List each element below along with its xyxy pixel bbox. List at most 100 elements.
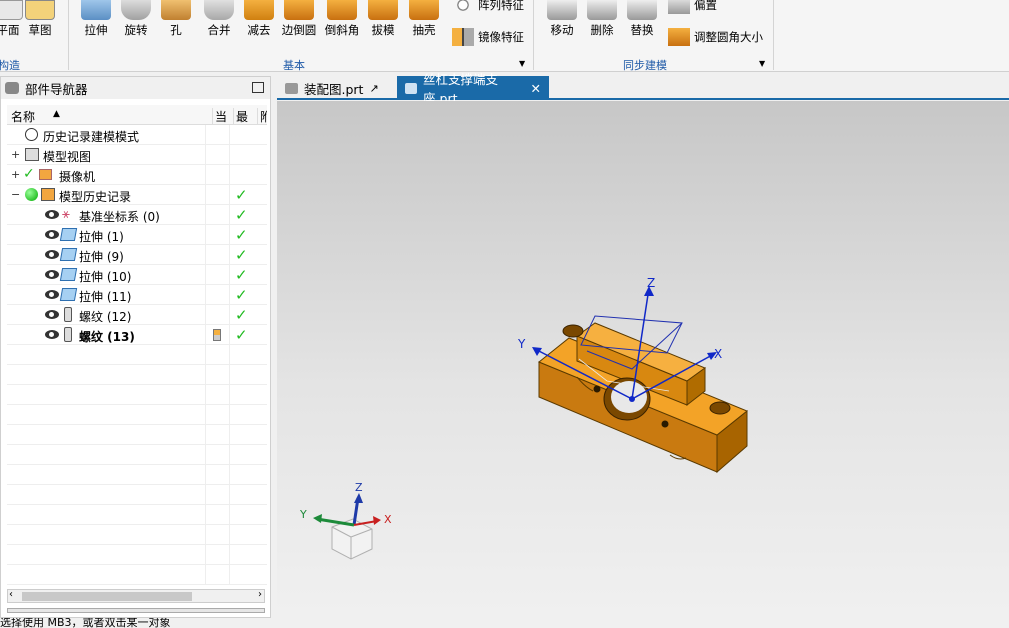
replace-icon — [627, 0, 657, 20]
cell-divider — [205, 385, 206, 405]
resize-blend-button[interactable]: 调整圆角大小 — [668, 26, 763, 48]
camera-icon — [39, 169, 52, 180]
extrude-icon — [59, 228, 78, 241]
cell-divider — [205, 425, 206, 445]
shell-label: 抽壳 — [412, 23, 436, 37]
tree-row-thread-12[interactable]: 螺纹 (12) ✓ — [7, 305, 267, 325]
chamfer-button[interactable]: 倒斜角 — [322, 0, 362, 44]
eye-icon[interactable] — [45, 310, 59, 319]
empty-row — [7, 525, 267, 545]
part-model[interactable] — [538, 315, 748, 474]
maximize-icon[interactable] — [252, 82, 264, 93]
edge-blend-button[interactable]: 边倒圆 — [279, 0, 319, 44]
cell-divider — [205, 345, 206, 365]
eye-icon[interactable] — [45, 210, 59, 219]
status-text: 选择使用 MB3，或者双击某一对象 — [0, 618, 171, 628]
mirror-feature-button[interactable]: 镜像特征 — [452, 26, 524, 48]
clock-icon — [25, 128, 38, 141]
eye-icon[interactable] — [45, 270, 59, 279]
tree-row-label: 基准坐标系 (0) — [79, 210, 160, 224]
cell-divider — [205, 285, 206, 305]
group-dropdown-icon[interactable]: ▼ — [519, 59, 525, 68]
eye-icon[interactable] — [45, 250, 59, 259]
scroll-right-icon[interactable]: › — [258, 589, 262, 600]
cell-divider — [229, 185, 230, 205]
tree-row-cameras[interactable]: + ✓ 摄像机 — [7, 165, 267, 185]
draft-button[interactable]: 拔模 — [363, 0, 403, 44]
tree-row-datum-csys[interactable]: ⚹ 基准坐标系 (0) ✓ — [7, 205, 267, 225]
cell-divider — [229, 445, 230, 465]
pattern-feature-button[interactable]: 阵列特征 — [452, 0, 524, 16]
column-name[interactable]: 名称 — [11, 108, 35, 125]
status-green-icon — [25, 188, 38, 201]
column-attach[interactable]: 附 — [257, 108, 267, 125]
hole-button[interactable]: 孔 — [156, 0, 196, 44]
tree-row-label: 拉伸 (9) — [79, 250, 124, 264]
cell-divider — [229, 285, 230, 305]
offset-button[interactable]: 偏置 — [668, 0, 717, 16]
latest-check-icon: ✓ — [235, 226, 248, 244]
cell-divider — [205, 205, 206, 225]
collapse-icon[interactable]: − — [11, 188, 20, 201]
part-file-icon — [405, 82, 418, 94]
tree-row-model-views[interactable]: + 模型视图 — [7, 145, 267, 165]
eye-icon[interactable] — [45, 330, 59, 339]
current-feature-icon — [213, 329, 221, 341]
unite-icon — [204, 0, 234, 20]
close-tab-icon[interactable]: ✕ — [531, 81, 541, 96]
tab-support-part[interactable]: 丝杠支撑端支座.prt ✕ — [397, 72, 549, 106]
triad-x-tip — [373, 516, 381, 525]
cell-divider — [205, 465, 206, 485]
eye-icon[interactable] — [45, 230, 59, 239]
eye-icon[interactable] — [45, 290, 59, 299]
empty-row — [7, 345, 267, 365]
tree-row-extrude-10[interactable]: 拉伸 (10) ✓ — [7, 265, 267, 285]
bottom-scrollbar[interactable] — [7, 608, 265, 613]
z-axis-label: Z — [647, 276, 655, 290]
external-link-icon[interactable]: ↗ — [369, 82, 378, 95]
cell-divider — [205, 565, 206, 585]
latest-check-icon: ✓ — [235, 286, 248, 304]
tree-row-label: 螺纹 (12) — [79, 310, 132, 324]
expand-icon[interactable]: + — [11, 148, 20, 161]
tab-assembly[interactable]: 装配图.prt ↗ — [277, 76, 387, 100]
checkmark-icon: ✓ — [23, 166, 35, 182]
scroll-left-icon[interactable]: ‹ — [9, 589, 13, 600]
column-current[interactable]: 当 — [212, 108, 227, 125]
extrude-icon — [81, 0, 111, 20]
group-dropdown-icon[interactable]: ▼ — [759, 59, 765, 68]
view-triad[interactable]: Z Y X — [299, 481, 392, 560]
sketch-button[interactable]: 草图 — [20, 0, 60, 44]
column-latest[interactable]: 最 — [233, 108, 248, 125]
cell-divider — [229, 505, 230, 525]
tree-row-extrude-9[interactable]: 拉伸 (9) ✓ — [7, 245, 267, 265]
tree-row-thread-13[interactable]: 螺纹 (13) ✓ — [7, 325, 267, 345]
triad-z-label: Z — [355, 481, 363, 494]
cell-divider — [229, 245, 230, 265]
empty-row — [7, 425, 267, 445]
group-separator — [533, 0, 534, 70]
cell-divider — [229, 145, 230, 165]
empty-row — [7, 405, 267, 425]
cell-divider — [229, 405, 230, 425]
replace-button[interactable]: 替换 — [622, 0, 662, 44]
tree-row-history-mode[interactable]: 历史记录建模模式 — [7, 125, 267, 145]
graphics-viewport[interactable]: Z Y X Z Y X — [277, 101, 1009, 618]
sort-ascending-icon[interactable]: ▲ — [53, 109, 60, 119]
scrollbar-thumb[interactable] — [22, 592, 192, 601]
tree-row-model-history[interactable]: − 模型历史记录 ✓ — [7, 185, 267, 205]
tree-row-extrude-11[interactable]: 拉伸 (11) ✓ — [7, 285, 267, 305]
tab-label: 装配图.prt — [304, 81, 364, 97]
expand-icon[interactable]: + — [11, 168, 20, 181]
empty-row — [7, 545, 267, 565]
tree-row-extrude-1[interactable]: 拉伸 (1) ✓ — [7, 225, 267, 245]
shell-button[interactable]: 抽壳 — [404, 0, 444, 44]
cell-divider — [205, 485, 206, 505]
cell-divider — [229, 205, 230, 225]
shell-icon — [409, 0, 439, 20]
tree-row-label: 拉伸 (1) — [79, 230, 124, 244]
history-icon — [41, 188, 55, 201]
cell-divider — [229, 325, 230, 345]
horizontal-scrollbar[interactable]: ‹ › — [7, 589, 265, 603]
status-bar: 选择使用 MB3，或者双击某一对象 — [0, 618, 1009, 628]
